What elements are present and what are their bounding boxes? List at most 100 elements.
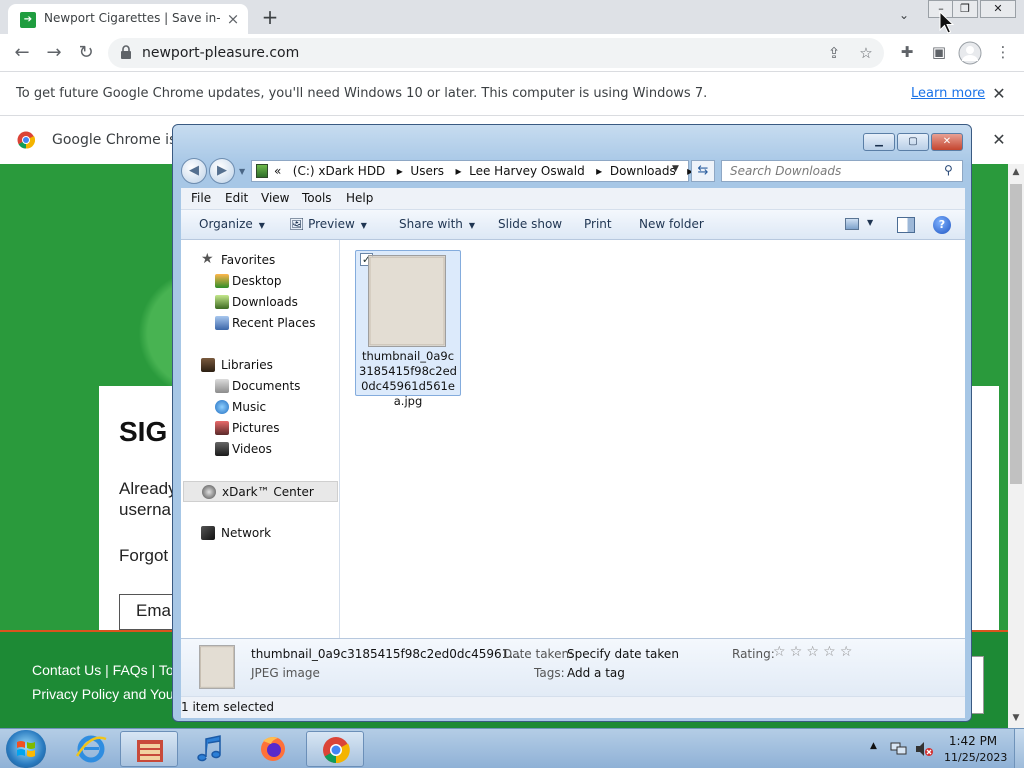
extensions-puzzle-icon[interactable]: ✚ — [896, 43, 918, 63]
details-file-name: thumbnail_0a9c3185415f98c2ed0dc45961... — [251, 647, 521, 661]
menu-view[interactable]: View — [261, 191, 289, 205]
breadcrumb-overflow[interactable]: « — [274, 164, 281, 178]
tab-newport[interactable]: ➔ Newport Cigarettes | Save in-sto × — [8, 4, 248, 34]
change-view-icon[interactable] — [845, 218, 859, 230]
new-tab-button[interactable]: + — [258, 6, 282, 28]
breadcrumb-user[interactable]: Lee Harvey Oswald — [469, 164, 585, 178]
footer-links-row-1[interactable]: Contact Us | FAQs | To — [32, 662, 174, 678]
new-folder-button[interactable]: New folder — [639, 217, 704, 231]
share-with-button[interactable]: Share with ▼ — [399, 217, 475, 231]
close-window-button[interactable]: ✕ — [980, 0, 1016, 18]
network-tray-icon[interactable] — [890, 741, 908, 757]
menu-help[interactable]: Help — [346, 191, 373, 205]
star-4-icon[interactable]: ☆ — [823, 644, 836, 660]
bookmark-star-icon[interactable]: ☆ — [856, 44, 876, 62]
start-button[interactable] — [6, 730, 46, 768]
file-name: thumbnail_0a9c3185415f98c2ed0dc45961d561… — [359, 349, 457, 408]
explorer-status-bar: 1 item selected — [181, 696, 965, 718]
star-1-icon[interactable]: ☆ — [773, 644, 786, 660]
nav-music[interactable]: Music — [181, 397, 339, 418]
lock-icon — [121, 45, 131, 59]
pictures-icon — [215, 421, 229, 435]
tab-strip: ➔ Newport Cigarettes | Save in-sto × + ⌄… — [0, 0, 1024, 34]
file-item[interactable]: ✓ thumbnail_0a9c3185415f98c2ed0dc45961d5… — [355, 250, 461, 408]
menu-file[interactable]: File — [191, 191, 211, 205]
date-taken-value[interactable]: Specify date taken — [567, 647, 679, 661]
tab-close-icon[interactable]: × — [224, 10, 242, 28]
breadcrumb-drive[interactable]: (C:) xDark HDD — [293, 164, 386, 178]
organize-button[interactable]: Organize ▼ — [199, 217, 265, 231]
menu-edit[interactable]: Edit — [225, 191, 248, 205]
clock-date[interactable]: 11/25/2023 — [944, 751, 1007, 764]
back-arrow-icon[interactable]: ← — [10, 41, 34, 65]
explorer-close-button[interactable]: ✕ — [931, 133, 963, 151]
address-bar[interactable]: newport-pleasure.com ⇪ ☆ — [108, 38, 884, 68]
taskbar-itunes[interactable] — [182, 731, 240, 767]
rating-stars[interactable]: ☆ ☆ ☆ ☆ ☆ — [773, 644, 852, 660]
nav-desktop[interactable]: Desktop — [181, 271, 339, 292]
explorer-forward-icon[interactable]: ▶ — [209, 158, 235, 184]
clock-time[interactable]: 1:42 PM — [944, 734, 1002, 748]
profile-avatar-icon[interactable] — [958, 41, 982, 65]
breadcrumb-users[interactable]: Users — [410, 164, 444, 178]
nav-downloads[interactable]: Downloads — [181, 292, 339, 313]
share-icon[interactable]: ⇪ — [824, 44, 844, 62]
search-icon[interactable]: ⚲ — [944, 163, 953, 177]
taskbar: ▲ 1:42 PM 11/25/2023 — [0, 728, 1024, 768]
taskbar-internet-explorer[interactable] — [62, 731, 120, 767]
close-infobar-2-icon[interactable]: ✕ — [990, 131, 1008, 149]
nav-pictures[interactable]: Pictures — [181, 418, 339, 439]
nav-documents[interactable]: Documents — [181, 376, 339, 397]
help-icon[interactable]: ? — [933, 216, 951, 234]
show-desktop-button[interactable] — [1014, 729, 1024, 768]
taskbar-firefox[interactable] — [244, 731, 302, 767]
history-dropdown-icon[interactable]: ▼ — [239, 167, 245, 176]
forward-arrow-icon[interactable]: → — [42, 41, 66, 65]
explorer-address-bar[interactable]: « (C:) xDark HDD ▸ Users ▸ Lee Harvey Os… — [251, 160, 693, 182]
nav-network[interactable]: Network — [181, 523, 339, 544]
address-dropdown-icon[interactable]: ▼ — [672, 164, 679, 174]
explorer-minimize-button[interactable]: ▁ — [863, 133, 895, 151]
nav-videos[interactable]: Videos — [181, 439, 339, 460]
scroll-down-icon[interactable]: ▼ — [1008, 710, 1024, 726]
star-3-icon[interactable]: ☆ — [806, 644, 819, 660]
tab-search-chevron-icon[interactable]: ⌄ — [894, 8, 914, 26]
already-member-text: Already userna — [119, 478, 179, 520]
explorer-maximize-button[interactable]: ▢ — [897, 133, 929, 151]
tags-value[interactable]: Add a tag — [567, 666, 625, 680]
menu-tools[interactable]: Tools — [302, 191, 332, 205]
side-panel-icon[interactable]: ▣ — [928, 43, 950, 63]
close-infobar-icon[interactable]: ✕ — [990, 85, 1008, 103]
scroll-thumb[interactable] — [1010, 184, 1022, 484]
volume-muted-icon[interactable] — [914, 741, 934, 757]
windows-logo-icon — [17, 741, 35, 757]
nav-recent-places[interactable]: Recent Places — [181, 313, 339, 334]
menu-kebab-icon[interactable]: ⋮ — [992, 43, 1014, 63]
learn-more-link[interactable]: Learn more — [911, 86, 985, 101]
preview-pane-icon[interactable] — [897, 217, 915, 233]
breadcrumb-downloads[interactable]: Downloads — [610, 164, 676, 178]
print-button[interactable]: Print — [584, 217, 612, 231]
nav-xdark-center[interactable]: xDark™ Center — [183, 481, 338, 502]
show-hidden-icons-icon[interactable]: ▲ — [870, 741, 877, 751]
file-list[interactable]: ✓ thumbnail_0a9c3185415f98c2ed0dc45961d5… — [341, 240, 965, 696]
page-scrollbar[interactable]: ▲ ▼ — [1008, 164, 1024, 728]
forgot-link[interactable]: Forgot — [119, 546, 168, 566]
explorer-menubar: File Edit View Tools Help — [181, 188, 965, 210]
nav-libraries[interactable]: Libraries — [181, 355, 339, 376]
explorer-refresh-icon[interactable]: ⇆ — [691, 160, 715, 182]
scroll-up-icon[interactable]: ▲ — [1008, 164, 1024, 180]
preview-button[interactable]: 🖼︎ Preview ▼ — [289, 217, 367, 231]
taskbar-chrome[interactable] — [306, 731, 364, 767]
slide-show-button[interactable]: Slide show — [498, 217, 562, 231]
star-2-icon[interactable]: ☆ — [790, 644, 803, 660]
explorer-back-icon[interactable]: ◀ — [181, 158, 207, 184]
footer-links-row-2[interactable]: Privacy Policy and Your — [32, 686, 178, 702]
taskbar-explorer[interactable] — [120, 731, 178, 767]
reload-icon[interactable]: ↻ — [74, 41, 98, 65]
breadcrumb: « (C:) xDark HDD ▸ Users ▸ Lee Harvey Os… — [274, 164, 694, 178]
star-5-icon[interactable]: ☆ — [840, 644, 853, 660]
nav-favorites[interactable]: ★ Favorites — [181, 250, 339, 271]
view-dropdown-icon[interactable]: ▼ — [867, 218, 873, 227]
explorer-search-input[interactable]: Search Downloads ⚲ — [721, 160, 963, 182]
